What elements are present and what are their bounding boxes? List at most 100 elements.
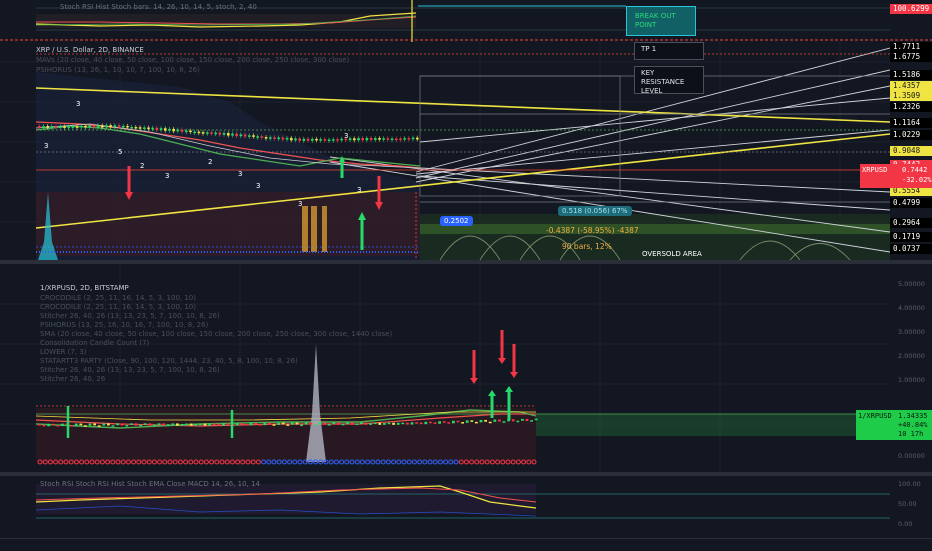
candle-body bbox=[203, 423, 207, 426]
candle-body bbox=[139, 424, 142, 427]
candle-body bbox=[488, 421, 492, 424]
candle-body bbox=[475, 421, 478, 424]
candle-body bbox=[109, 125, 112, 128]
candle-body bbox=[252, 135, 255, 137]
candle-body bbox=[424, 421, 428, 425]
candle-body bbox=[378, 138, 381, 140]
candle-body bbox=[516, 420, 520, 423]
candle-body bbox=[348, 138, 352, 141]
candle-body bbox=[214, 132, 217, 135]
candle-body bbox=[498, 419, 501, 422]
xrpusd-tag-price: 0.7442 bbox=[902, 166, 928, 174]
candle-body bbox=[159, 128, 163, 130]
candle-body bbox=[295, 422, 299, 425]
candle-body bbox=[217, 423, 221, 426]
top-indicator-pane[interactable]: Stoch RSI Hist Stoch bars: 14, 26, 10, 1… bbox=[0, 0, 932, 42]
candle-body bbox=[386, 138, 390, 140]
main-price-tag: 0.2964 bbox=[890, 218, 932, 228]
candle-body bbox=[231, 133, 234, 136]
candle-body bbox=[125, 424, 129, 427]
candle-body bbox=[153, 424, 156, 426]
candle-body bbox=[122, 125, 125, 128]
count-label: 2 bbox=[140, 162, 145, 170]
candle-body bbox=[521, 418, 524, 421]
candle-body bbox=[298, 138, 301, 141]
candle-body bbox=[254, 422, 257, 425]
inverse-indicator-line: CROCODILE (2, 25, 11, 16, 14, 5, 3, 100,… bbox=[40, 294, 196, 302]
inverse-axis-tick: 4.00000 bbox=[898, 304, 925, 312]
inverse-indicator-line: CROCODILE (2, 25, 11, 16, 14, 5, 3, 100,… bbox=[40, 303, 196, 311]
candle-body bbox=[143, 127, 146, 129]
candle-body bbox=[56, 424, 60, 427]
candle-body bbox=[54, 126, 58, 128]
main-price-pane[interactable]: XRP / U.S. Dollar, 2D, BINANCE MAVs (20 … bbox=[0, 42, 932, 260]
candle-body bbox=[197, 131, 201, 134]
candle-body bbox=[534, 418, 538, 421]
time-axis[interactable] bbox=[0, 538, 932, 551]
main-price-tag: 1.3509 bbox=[890, 91, 932, 101]
candle-body bbox=[353, 138, 356, 141]
candle-body bbox=[355, 423, 359, 426]
key-resistance-callout[interactable]: KEY RESISTANCE LEVEL bbox=[634, 66, 704, 95]
candle-body bbox=[341, 423, 345, 426]
inverse-axis-tick: 0.00000 bbox=[898, 452, 925, 460]
candle-body bbox=[406, 422, 409, 425]
candle-body bbox=[42, 424, 46, 427]
candle-body bbox=[410, 422, 414, 425]
candle-body bbox=[185, 423, 188, 426]
candle-body bbox=[117, 125, 121, 127]
candle-body bbox=[134, 126, 138, 129]
candle-body bbox=[315, 138, 318, 141]
bottom-indicator-legend: Stoch RSI Stoch RSI Hist Stoch EMA Close… bbox=[40, 480, 260, 488]
candle-body bbox=[456, 420, 460, 423]
candle-body bbox=[323, 139, 327, 141]
candle-body bbox=[442, 421, 446, 423]
main-price-tag: 0.1719 bbox=[890, 232, 932, 242]
inverse-axis-tick: 5.00000 bbox=[898, 280, 925, 288]
inverse-price-pane[interactable]: 1/XRPUSD, 2D, BITSTAMP CROCODILE (2, 25,… bbox=[0, 264, 932, 472]
tp-callout[interactable]: TP 1 bbox=[634, 42, 704, 60]
main-price-axis[interactable]: 1.7711 1.6775 1.5186 1.4357 1.3509 1.2326 1.11… bbox=[890, 42, 932, 260]
candle-body bbox=[340, 138, 343, 141]
main-price-tag: 1.1164 bbox=[890, 118, 932, 128]
candle-body bbox=[360, 422, 363, 425]
candle-body bbox=[50, 126, 54, 128]
main-indicator-line-1: MAVs (20 close, 40 close, 50 close, 100 … bbox=[36, 56, 350, 64]
candle-body bbox=[240, 423, 244, 425]
inverse-indicator-line: Stitcher 26, 40, 26 (13, 13, 23, 5, 7, 1… bbox=[40, 312, 220, 320]
green-band bbox=[420, 224, 890, 234]
candle-body bbox=[164, 128, 167, 131]
bottom-indicator-pane[interactable]: Stoch RSI Stoch RSI Hist Stoch EMA Close… bbox=[0, 476, 932, 538]
candle-body bbox=[336, 139, 339, 141]
candle-body bbox=[61, 423, 64, 427]
candle-body bbox=[392, 422, 395, 425]
bottom-axis-tick: 50.00 bbox=[898, 500, 917, 508]
candle-body bbox=[38, 424, 41, 426]
break-out-callout[interactable]: BREAK OUT POINT bbox=[626, 6, 696, 36]
candle-body bbox=[277, 422, 280, 425]
count-label: 3 bbox=[344, 132, 349, 140]
inverse-symbol-line: 1/XRPUSD, 2D, BITSTAMP bbox=[40, 284, 129, 292]
candle-body bbox=[176, 423, 179, 426]
candle-body bbox=[147, 127, 150, 130]
inverse-price-axis[interactable]: 5.00000 4.00000 3.00000 2.00000 1.00000 … bbox=[890, 264, 932, 472]
inverse-indicator-line: Stitcher 26, 40, 26 bbox=[40, 375, 106, 383]
main-price-tag: 0.0737 bbox=[890, 244, 932, 254]
candle-body bbox=[511, 419, 515, 422]
candle-body bbox=[286, 424, 290, 426]
bottom-indicator-axis[interactable]: 100.00 50.00 0.00 bbox=[890, 476, 932, 538]
inverse-price-tag: 1/XRPUSD 1.34335 +40.84% 10 17h bbox=[856, 410, 932, 440]
candle-body bbox=[227, 133, 230, 136]
candle-body bbox=[172, 128, 175, 132]
candle-body bbox=[70, 425, 73, 427]
candle-body bbox=[47, 423, 50, 427]
candle-body bbox=[248, 135, 251, 137]
candle-body bbox=[143, 423, 147, 425]
candle-body bbox=[281, 422, 285, 425]
candle-body bbox=[327, 139, 331, 141]
candle-body bbox=[378, 422, 382, 425]
main-price-tag: 0.4799 bbox=[890, 198, 932, 208]
candle-body bbox=[92, 125, 96, 128]
inverse-axis-tick: 3.00000 bbox=[898, 328, 925, 336]
candle-body bbox=[166, 424, 170, 426]
